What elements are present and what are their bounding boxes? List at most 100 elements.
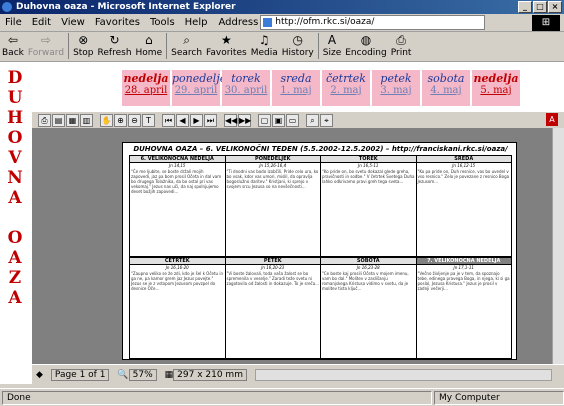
day-link-saturday[interactable]: sobota 4. maj bbox=[422, 70, 470, 106]
zoom-out-icon[interactable]: ⊖ bbox=[128, 113, 141, 127]
day-cell: PETEK Jn 16,20-23 "Vi boste žalovali, toda… bbox=[225, 258, 321, 358]
title-bar: Duhovna oaza - Microsoft Internet Explor… bbox=[0, 0, 564, 14]
search-pdf-icon[interactable]: ⌖ bbox=[320, 113, 333, 127]
address-input[interactable]: http://ofm.rkc.si/oaza/ bbox=[260, 15, 486, 30]
go-back-icon[interactable]: ◀◀ bbox=[224, 113, 237, 127]
zoom-icon: 🔍 bbox=[117, 369, 129, 380]
print-button[interactable]: ⎙ Print bbox=[391, 33, 412, 58]
print-icon: ⎙ bbox=[396, 33, 406, 47]
maximize-button[interactable]: □ bbox=[533, 1, 547, 13]
page-indicator[interactable]: Page 1 of 1 bbox=[50, 368, 110, 381]
bookmarks-icon[interactable]: ▥ bbox=[80, 113, 93, 127]
pdf-vertical-scrollbar[interactable] bbox=[552, 128, 564, 364]
search-button[interactable]: ⌕ Search bbox=[171, 33, 202, 58]
zoom-indicator[interactable]: 🔍 57% bbox=[117, 368, 157, 381]
day-cell: 6. VELIKONOČNA NEDELJA Jn 14,15 "Če me lju… bbox=[130, 156, 226, 256]
title-letter: O bbox=[7, 228, 23, 248]
zoom-in-icon[interactable]: ⊕ bbox=[114, 113, 127, 127]
fit-page-icon[interactable]: ▣ bbox=[272, 113, 285, 127]
home-button[interactable]: ⌂ Home bbox=[136, 33, 163, 58]
pdf-page: DUHOVNA OAZA – 6. VELIKONOČNI TEDEN (5.5… bbox=[122, 142, 517, 360]
pdf-status-bar: ◆ Page 1 of 1 🔍 57% ▦ 297 x 210 mm bbox=[32, 364, 564, 384]
thumbnails-icon[interactable]: ▦ bbox=[66, 113, 79, 127]
address-label: Address bbox=[218, 17, 259, 28]
home-icon: ⌂ bbox=[145, 33, 153, 47]
day-link-thursday[interactable]: četrtek 2. maj bbox=[322, 70, 370, 106]
refresh-button[interactable]: ↻ Refresh bbox=[98, 33, 132, 58]
encoding-button[interactable]: ◍ Encoding bbox=[345, 33, 386, 58]
menu-tools[interactable]: Tools bbox=[145, 17, 180, 28]
day-link-wednesday[interactable]: sreda 1. maj bbox=[272, 70, 320, 106]
menu-help[interactable]: Help bbox=[180, 17, 213, 28]
back-arrow-icon: ⇦ bbox=[7, 33, 18, 47]
day-link-monday[interactable]: ponedeljek 29. april bbox=[172, 70, 233, 106]
find-icon[interactable]: ⌕ bbox=[306, 113, 319, 127]
toolbar-separator bbox=[166, 33, 168, 59]
navigation-pane-icon[interactable]: ▤ bbox=[52, 113, 65, 127]
week-row: ČETRTEK Jn 16,16-20 "Zaupno veliko se že z… bbox=[130, 256, 511, 358]
title-letter: A bbox=[8, 288, 22, 308]
next-page-icon[interactable]: ▶ bbox=[190, 113, 203, 127]
menu-bar: File Edit View Favorites Tools Help Addr… bbox=[0, 14, 564, 32]
media-button[interactable]: ♫ Media bbox=[251, 33, 278, 58]
day-cell: TOREK Jn 16,5-11 "Ko pride on, bo svetu do… bbox=[321, 156, 417, 256]
day-link-next-sunday[interactable]: nedelja 5. maj bbox=[472, 70, 520, 106]
day-link-tuesday[interactable]: torek 30. april bbox=[222, 70, 270, 106]
windows-logo-icon: ⊞ bbox=[532, 15, 560, 31]
first-page-icon[interactable]: ⏮ bbox=[162, 113, 175, 127]
size-button[interactable]: A Size bbox=[323, 33, 341, 58]
toolbar-separator bbox=[68, 33, 70, 59]
title-letter: O bbox=[7, 128, 23, 148]
day-navigation: nedelja 28. april ponedeljek 29. april tor… bbox=[122, 70, 520, 106]
day-cell: ČETRTEK Jn 16,16-20 "Zaupno veliko se že z… bbox=[130, 258, 226, 358]
favorites-button[interactable]: ★ Favorites bbox=[206, 33, 247, 58]
day-cell: SOBOTA Jn 16,23-28 "Ce boste kaj prosili O… bbox=[321, 258, 417, 358]
close-button[interactable]: × bbox=[548, 1, 562, 13]
menu-file[interactable]: File bbox=[0, 17, 27, 28]
history-button[interactable]: ◷ History bbox=[282, 33, 314, 58]
title-letter: A bbox=[8, 248, 22, 268]
week-grid: 6. VELIKONOČNA NEDELJA Jn 14,15 "Če me lju… bbox=[129, 155, 512, 359]
title-letter: U bbox=[7, 88, 23, 108]
menu-view[interactable]: View bbox=[56, 17, 90, 28]
pdf-toolbar: ⎙ ▤ ▦ ▥ ✋ ⊕ ⊖ T ⏮ ◀ ▶ ⏭ ◀◀ ▶▶ ▢ ▣ ▭ ⌕ ⌖ … bbox=[32, 112, 564, 128]
page-content: D U H O V N A O A Z A nedelja 28. april p… bbox=[0, 62, 564, 384]
menu-favorites[interactable]: Favorites bbox=[90, 17, 145, 28]
week-row: 6. VELIKONOČNA NEDELJA Jn 14,15 "Če me lju… bbox=[130, 156, 511, 256]
day-cell: SREDA Jn 16,12-15 "Ko pa pride on, Duh res… bbox=[416, 156, 511, 184]
status-text: Done bbox=[2, 390, 432, 405]
site-vertical-title: D U H O V N A O A Z A bbox=[6, 68, 24, 308]
stop-button[interactable]: ⊗ Stop bbox=[73, 33, 93, 58]
toolbar-separator bbox=[317, 33, 319, 59]
acrobat-logo-icon: A bbox=[546, 113, 558, 126]
previous-page-icon[interactable]: ◀ bbox=[176, 113, 189, 127]
media-icon: ♫ bbox=[258, 33, 270, 47]
page-size-icon: ▦ bbox=[164, 369, 174, 380]
back-button[interactable]: ⇦ Back bbox=[2, 33, 24, 58]
title-letter: D bbox=[7, 68, 23, 88]
title-letter: N bbox=[7, 168, 23, 188]
title-letter: H bbox=[6, 108, 24, 128]
favorites-icon: ★ bbox=[220, 33, 232, 47]
forward-button[interactable]: ⇨ Forward bbox=[28, 33, 64, 58]
day-link-sunday[interactable]: nedelja 28. april bbox=[122, 70, 170, 106]
go-forward-icon[interactable]: ▶▶ bbox=[238, 113, 251, 127]
day-cell: 7. VELIKONOČNA NEDELJA Jn 17,1-11 "Večno ž… bbox=[416, 258, 511, 291]
pdf-viewer[interactable]: DUHOVNA OAZA – 6. VELIKONOČNI TEDEN (5.5… bbox=[32, 128, 564, 364]
print-pdf-icon[interactable]: ⎙ bbox=[38, 113, 51, 127]
menu-edit[interactable]: Edit bbox=[27, 17, 56, 28]
title-letter: V bbox=[8, 148, 22, 168]
title-letter: A bbox=[8, 188, 22, 208]
page-nav-icon[interactable]: ◆ bbox=[36, 370, 43, 380]
day-link-friday[interactable]: petek 3. maj bbox=[372, 70, 420, 106]
minimize-button[interactable]: _ bbox=[518, 1, 532, 13]
toolbar: ⇦ Back ⇨ Forward ⊗ Stop ↻ Refresh ⌂ Home ⌕ Sea… bbox=[0, 32, 564, 62]
window-title: Duhovna oaza - Microsoft Internet Explor… bbox=[16, 2, 236, 12]
fit-width-icon[interactable]: ▭ bbox=[286, 113, 299, 127]
actual-size-icon[interactable]: ▢ bbox=[258, 113, 271, 127]
last-page-icon[interactable]: ⏭ bbox=[204, 113, 217, 127]
pdf-horizontal-scrollbar[interactable] bbox=[254, 368, 552, 381]
hand-tool-icon[interactable]: ✋ bbox=[100, 113, 113, 127]
status-bar: Done My Computer bbox=[0, 388, 564, 406]
select-text-icon[interactable]: T bbox=[142, 113, 155, 127]
